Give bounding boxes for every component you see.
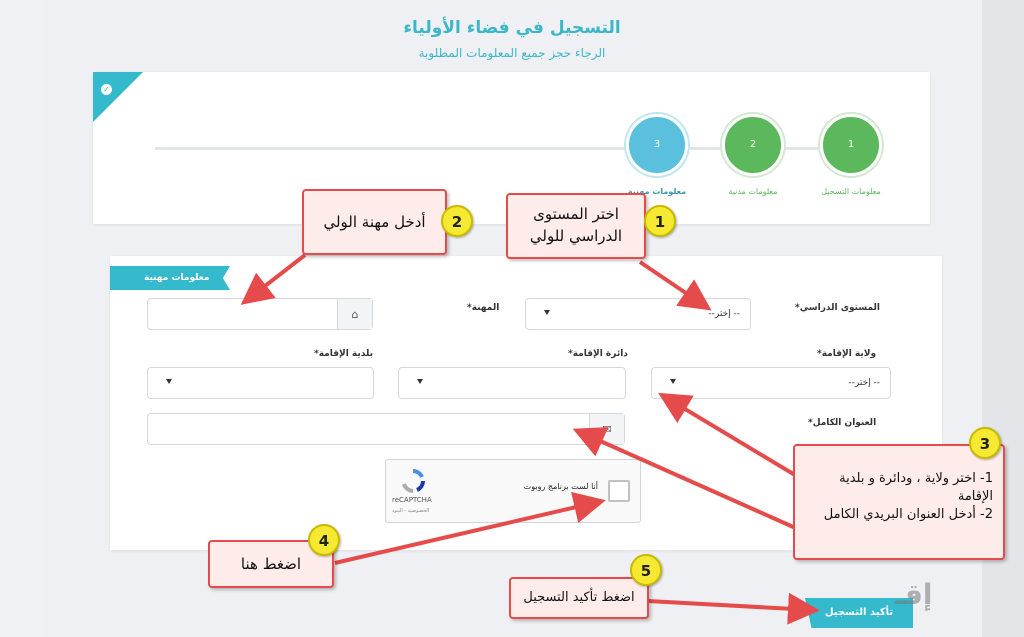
- arrow-3b: [572, 427, 801, 532]
- callout-3-line-2: 2- أدخل العنوان البريدي الكامل: [823, 507, 993, 522]
- callout-5-badge: 5: [630, 554, 662, 586]
- callout-2: أدخل مهنة الولي: [302, 189, 447, 255]
- arrow-2: [240, 253, 307, 305]
- arrow-1: [638, 260, 712, 311]
- callout-4-badge: 4: [308, 524, 340, 556]
- callout-3: 1- اختر ولاية ، ودائرة و بلدية الإقامة 2…: [793, 444, 1005, 560]
- arrow-3a: [658, 392, 802, 480]
- callout-1-badge: 1: [644, 205, 676, 237]
- callout-5: اضغط تأكيد التسجيل: [509, 577, 649, 619]
- callout-3-badge: 3: [969, 427, 1001, 459]
- callout-2-badge: 2: [441, 205, 473, 237]
- arrow-5: [647, 592, 820, 625]
- arrow-4: [334, 491, 606, 565]
- callout-3-line-1: 1- اختر ولاية ، ودائرة و بلدية الإقامة: [839, 471, 993, 504]
- callout-1: اختر المستوى الدراسي للولي: [506, 193, 646, 259]
